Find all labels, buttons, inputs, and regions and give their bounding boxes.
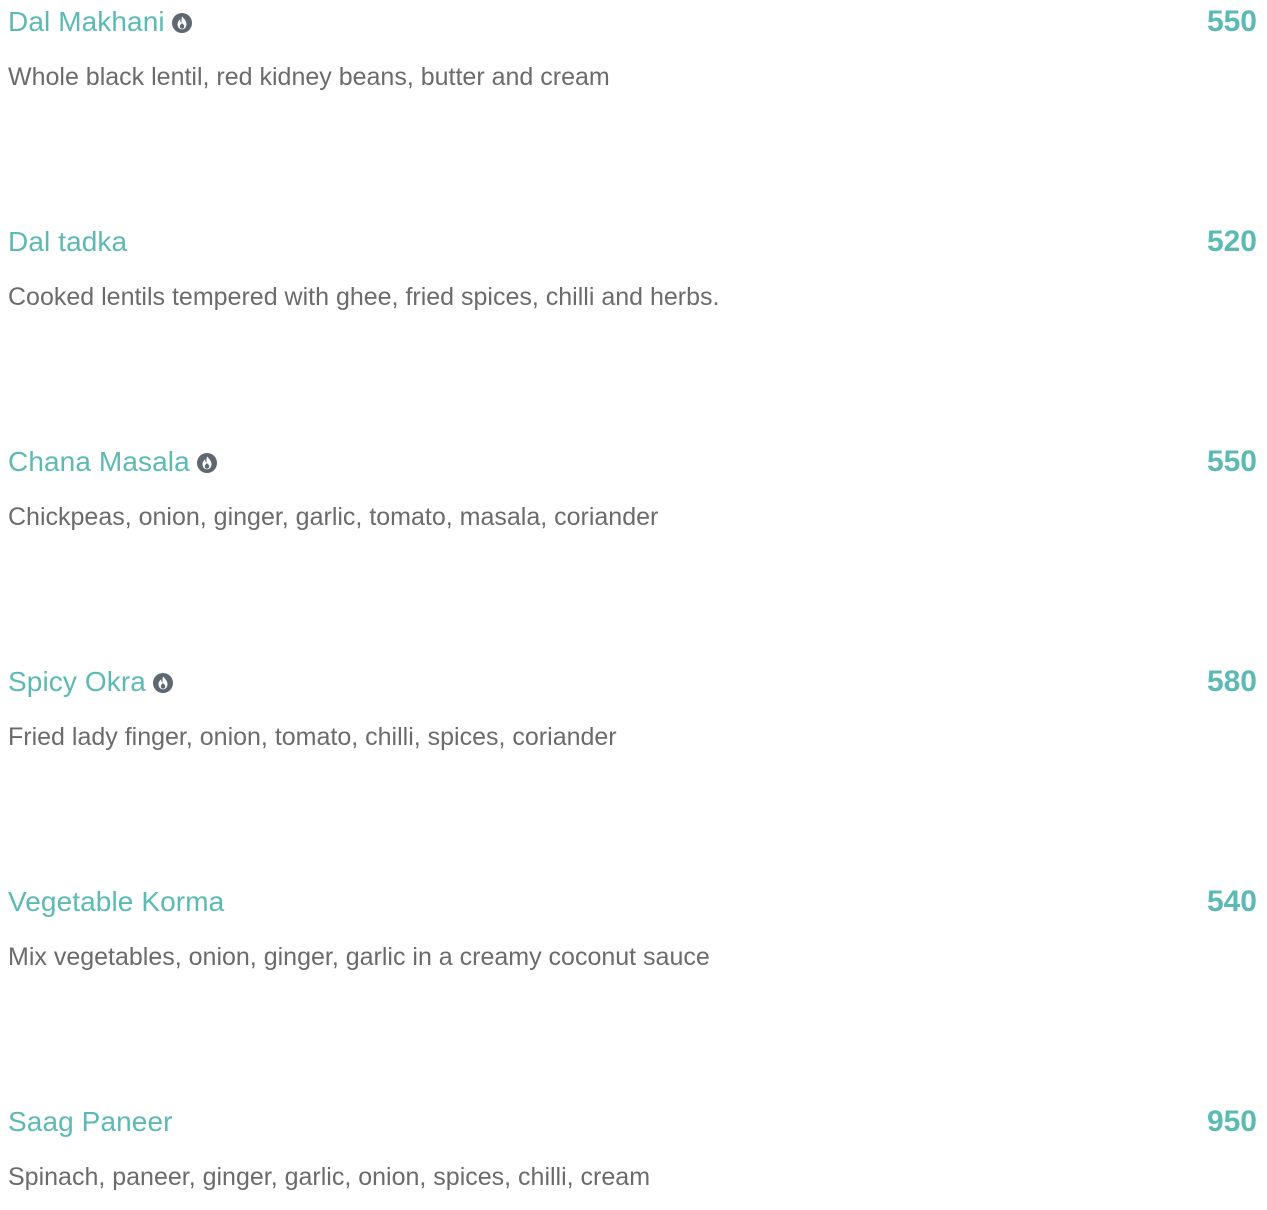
menu-item: Spicy Okra 580 Fried lady finger, onion,… <box>8 660 1257 770</box>
dish-description: Mix vegetables, onion, ginger, garlic in… <box>8 943 710 971</box>
dish-description: Spinach, paneer, ginger, garlic, onion, … <box>8 1163 651 1191</box>
menu-item: Chana Masala 550 Chickpeas, onion, ginge… <box>8 440 1257 550</box>
dish-price: 520 <box>1206 225 1257 258</box>
dish-price: 540 <box>1206 885 1257 918</box>
menu-list: Dal Makhani 550 Whole black lentil, red … <box>0 0 1267 1196</box>
dish-price: 550 <box>1206 445 1257 478</box>
dish-price: 580 <box>1206 665 1257 698</box>
dish-price: 950 <box>1206 1105 1257 1138</box>
menu-item: Dal tadka 520 Cooked lentils tempered wi… <box>8 220 1257 330</box>
menu-item-title: Spicy Okra <box>8 660 174 704</box>
dish-name: Dal Makhani <box>8 6 165 37</box>
menu-item: Vegetable Korma 540 Mix vegetables, onio… <box>8 880 1257 990</box>
dish-price: 550 <box>1206 5 1257 38</box>
menu-item: Dal Makhani 550 Whole black lentil, red … <box>8 0 1257 110</box>
chilli-flame-icon <box>196 452 218 474</box>
dish-description: Cooked lentils tempered with ghee, fried… <box>8 283 720 311</box>
dish-name: Vegetable Korma <box>8 886 225 917</box>
dish-name: Spicy Okra <box>8 666 146 697</box>
menu-item-header: Dal tadka 520 <box>8 220 1257 264</box>
menu-item-title: Chana Masala <box>8 440 218 484</box>
dish-description: Chickpeas, onion, ginger, garlic, tomato… <box>8 503 659 531</box>
menu-item-header: Dal Makhani 550 <box>8 0 1257 44</box>
menu-item-title: Vegetable Korma <box>8 880 224 924</box>
chilli-flame-icon <box>171 12 193 34</box>
menu-item-title: Dal tadka <box>8 220 127 264</box>
dish-name: Chana Masala <box>8 446 190 477</box>
menu-item: Saag Paneer 950 Spinach, paneer, ginger,… <box>8 1100 1257 1210</box>
dish-name: Dal tadka <box>8 226 128 257</box>
chilli-flame-icon <box>152 672 174 694</box>
dish-name: Saag Paneer <box>8 1106 173 1137</box>
dish-description: Fried lady finger, onion, tomato, chilli… <box>8 723 617 751</box>
dish-description: Whole black lentil, red kidney beans, bu… <box>8 63 610 91</box>
menu-item-header: Saag Paneer 950 <box>8 1100 1257 1144</box>
menu-item-title: Saag Paneer <box>8 1100 173 1144</box>
menu-item-header: Chana Masala 550 <box>8 440 1257 484</box>
menu-item-header: Spicy Okra 580 <box>8 660 1257 704</box>
menu-item-header: Vegetable Korma 540 <box>8 880 1257 924</box>
menu-item-title: Dal Makhani <box>8 0 193 44</box>
